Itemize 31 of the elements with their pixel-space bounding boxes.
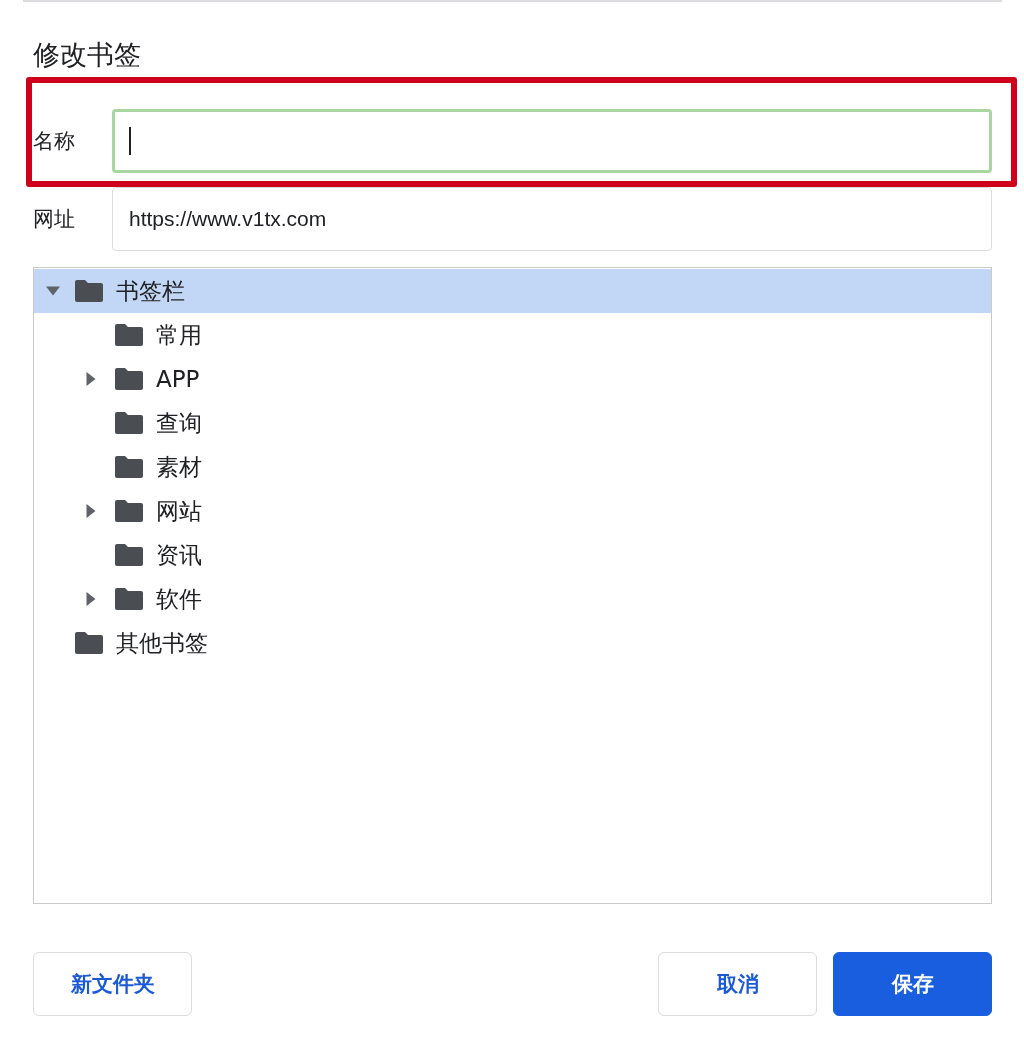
expand-arrow-icon[interactable] (86, 592, 96, 606)
expand-arrow-icon[interactable] (86, 504, 96, 518)
cancel-button[interactable]: 取消 (658, 952, 817, 1016)
text-field[interactable]: https://www.v1tx.com (112, 187, 992, 251)
field-label: 名称 (33, 128, 76, 155)
folder-row[interactable]: 常用 (34, 313, 991, 357)
folder-icon (114, 587, 144, 611)
expand-arrow-icon[interactable] (86, 372, 96, 386)
folder-row[interactable]: 素材 (34, 445, 991, 489)
folder-row[interactable]: 软件 (34, 577, 991, 621)
text-field[interactable] (112, 109, 992, 173)
folder-icon (114, 455, 144, 479)
new-folder-button[interactable]: 新文件夹 (33, 952, 192, 1016)
folder-row[interactable]: 网站 (34, 489, 991, 533)
text-cursor (129, 127, 131, 155)
dialog-title: 修改书签 (33, 38, 142, 72)
folder-icon (114, 323, 144, 347)
folder-icon (114, 499, 144, 523)
folder-icon (114, 367, 144, 391)
field-label: 网址 (33, 206, 76, 233)
folder-icon (74, 631, 104, 655)
folder-icon (114, 543, 144, 567)
collapse-arrow-icon[interactable] (46, 286, 60, 296)
folder-row[interactable]: 书签栏 (34, 269, 991, 313)
folder-icon (74, 279, 104, 303)
folder-icon (114, 411, 144, 435)
folder-row[interactable]: APP (34, 357, 991, 401)
save-button[interactable]: 保存 (833, 952, 992, 1016)
folder-row[interactable]: 其他书签 (34, 621, 991, 665)
folder-row[interactable]: 查询 (34, 401, 991, 445)
folder-row[interactable]: 资讯 (34, 533, 991, 577)
